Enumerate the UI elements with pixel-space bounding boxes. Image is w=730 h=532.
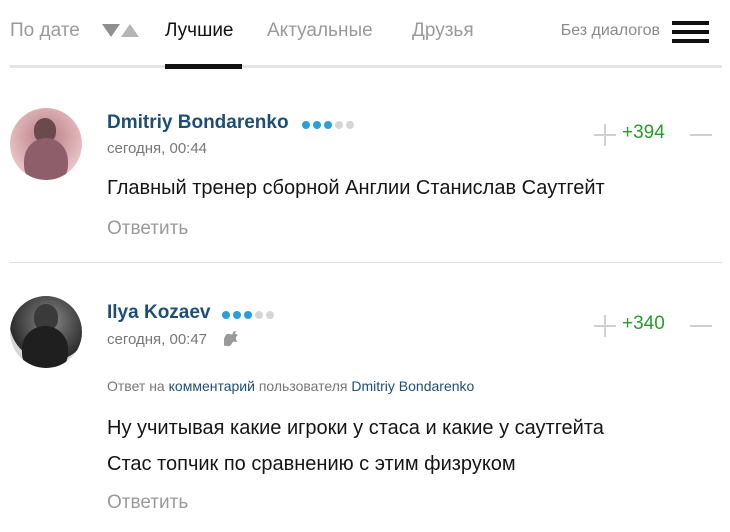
comment-time: сегодня, 00:44 [107,140,208,157]
sort-desc-icon [102,24,120,37]
reply-to-note: Ответ на комментарий пользователя Dmitri… [107,378,474,394]
apple-icon [224,331,238,347]
reply-button[interactable]: Ответить [107,492,188,514]
active-tab-indicator [165,64,242,69]
sort-direction-toggle[interactable] [102,24,140,38]
avatar[interactable] [10,108,82,180]
tab-friends[interactable]: Друзья [412,20,474,42]
parent-comment-link[interactable]: комментарий [169,378,255,394]
tabs-divider [10,65,722,68]
reply-to-prefix: Ответ на [107,378,165,394]
no-dialogs-toggle[interactable]: Без диалогов [561,22,660,40]
sort-tabs: По дате Лучшие Актуальные Друзья Без диа… [10,0,722,70]
comment-score: +394 [622,122,665,143]
tab-actual[interactable]: Актуальные [267,20,373,42]
tab-best[interactable]: Лучшие [165,20,234,42]
comment-author[interactable]: Dmitriy Bondarenko [107,112,289,134]
comment-author[interactable]: Ilya Kozaev [107,302,211,324]
comment-score: +340 [622,313,665,334]
menu-icon[interactable] [672,21,709,43]
tab-by-date[interactable]: По дате [10,20,80,42]
comment-time: сегодня, 00:47 [107,331,208,348]
reply-button[interactable]: Ответить [107,218,188,240]
comment-text-line: Ну учитывая какие игроки у стаса и какие… [107,417,604,439]
parent-author-link[interactable]: Dmitriy Bondarenko [351,378,474,394]
vote-panel: +340 [592,313,722,339]
upvote-plus-icon[interactable] [594,315,616,337]
sort-asc-icon [121,24,139,37]
comment-item: Ilya Kozaev сегодня, 00:47 +340 Ответ на… [10,264,722,532]
reply-to-middle: пользователя [258,378,348,394]
vote-panel: +394 [592,122,722,148]
comment-item: Dmitriy Bondarenko сегодня, 00:44 +394 Г… [10,70,722,263]
downvote-minus-icon[interactable] [690,134,712,136]
downvote-minus-icon[interactable] [690,325,712,327]
comment-text: Главный тренер сборной Англии Станислав … [107,177,605,199]
comment-text-line: Стас топчик по сравнению с этим физруком [107,453,516,475]
comment-text: Ну учитывая какие игроки у стаса и какие… [107,410,604,482]
avatar[interactable] [10,296,82,368]
upvote-plus-icon[interactable] [594,124,616,146]
